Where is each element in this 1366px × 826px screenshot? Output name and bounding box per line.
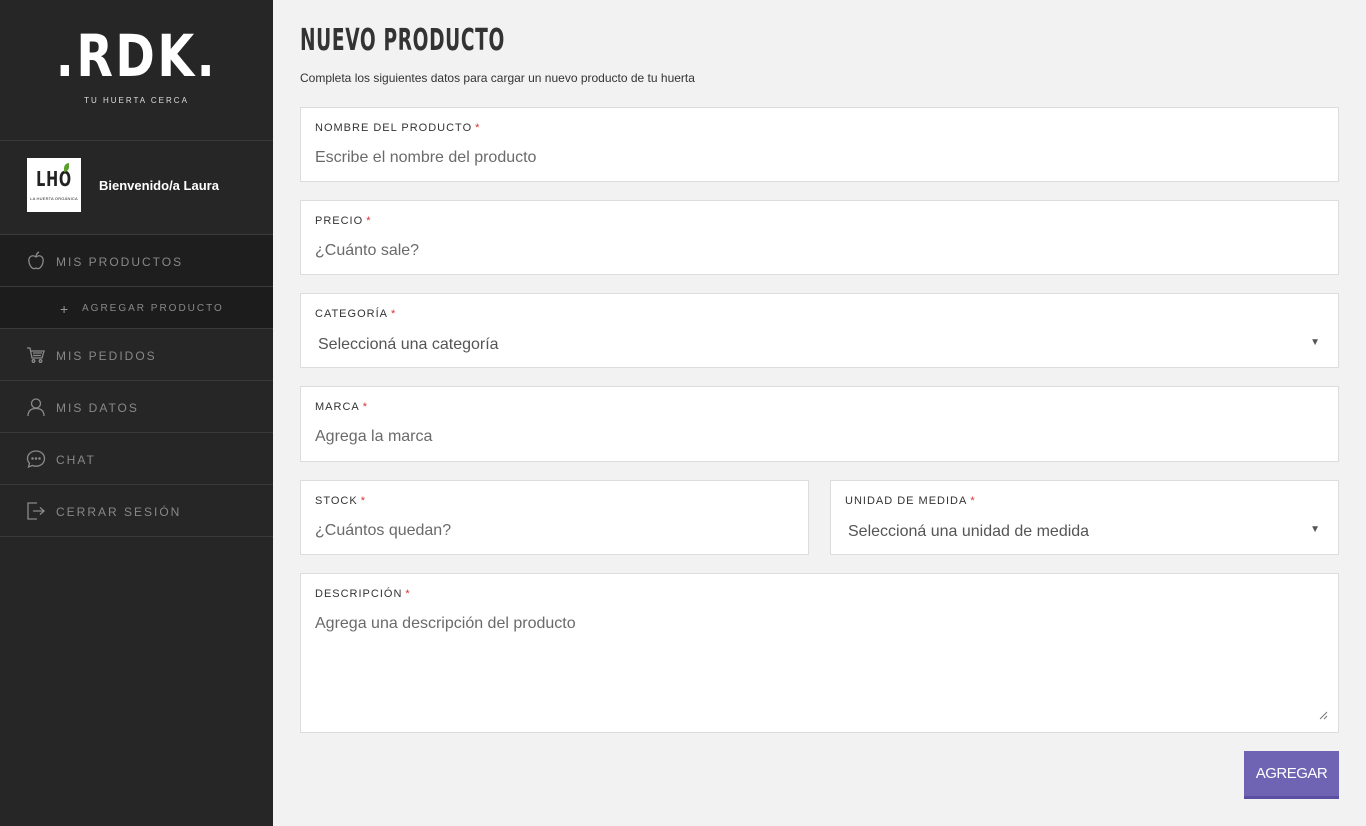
unidad-medida-field[interactable]: UNIDAD DE MEDIDA * Seleccioná una unidad …	[830, 480, 1339, 555]
required-mark: *	[366, 215, 372, 227]
field-label: NOMBRE DEL PRODUCTO *	[315, 122, 481, 134]
field-label: PRECIO *	[315, 215, 372, 227]
chevron-down-icon[interactable]: ▼	[1310, 337, 1320, 348]
marca-field: MARCA *	[300, 386, 1339, 462]
welcome-text: Bienvenido/a Laura	[99, 178, 219, 193]
descripcion-textarea[interactable]	[315, 615, 1324, 718]
sidebar-subitem-agregar-producto[interactable]: + AGREGAR PRODUCTO	[0, 287, 273, 329]
main-content: NUEVO PRODUCTO Completa los siguientes d…	[273, 0, 1366, 826]
plus-icon: +	[60, 301, 69, 317]
resize-handle-icon[interactable]	[1318, 710, 1328, 720]
categoria-select[interactable]: Seleccioná una categoría	[318, 336, 499, 354]
descripcion-field: DESCRIPCIÓN *	[300, 573, 1339, 733]
required-mark: *	[475, 122, 481, 134]
sidebar-item-label: CHAT	[56, 453, 96, 467]
agregar-button[interactable]: AGREGAR	[1244, 751, 1339, 799]
sidebar: .RDK. TU HUERTA CERCA LHO LA HUERTA ORGÁ…	[0, 0, 273, 826]
unidad-medida-select[interactable]: Seleccioná una unidad de medida	[848, 523, 1089, 541]
field-label: STOCK *	[315, 495, 366, 507]
nombre-field: NOMBRE DEL PRODUCTO *	[300, 107, 1339, 182]
field-label: UNIDAD DE MEDIDA *	[845, 495, 976, 507]
required-mark: *	[970, 495, 976, 507]
sidebar-item-label: AGREGAR PRODUCTO	[82, 303, 224, 314]
brand-logo[interactable]: .RDK. TU HUERTA CERCA	[0, 0, 273, 141]
precio-input[interactable]	[315, 242, 1324, 260]
chat-bubble-icon	[26, 450, 46, 469]
required-mark: *	[390, 308, 397, 320]
categoria-field[interactable]: CATEGORÍA * Seleccioná una categoría ▼	[300, 293, 1339, 368]
marca-input[interactable]	[315, 428, 1324, 446]
avatar-subtext: LA HUERTA ORGÁNICA	[30, 196, 78, 201]
sidebar-item-label: MIS DATOS	[56, 401, 139, 415]
nombre-input[interactable]	[315, 149, 1324, 167]
sidebar-item-label: MIS PRODUCTOS	[56, 255, 184, 269]
page-subtitle: Completa los siguientes datos para carga…	[300, 71, 695, 85]
logo-tagline: TU HUERTA CERCA	[84, 96, 189, 105]
field-label: CATEGORÍA *	[315, 308, 397, 320]
sidebar-item-label: CERRAR SESIÓN	[56, 505, 182, 519]
cart-icon	[27, 347, 45, 363]
apple-icon	[28, 251, 44, 270]
stock-input[interactable]	[315, 522, 794, 540]
precio-field: PRECIO *	[300, 200, 1339, 275]
avatar[interactable]: LHO LA HUERTA ORGÁNICA	[27, 158, 81, 212]
required-mark: *	[360, 495, 366, 507]
required-mark: *	[405, 588, 411, 600]
page-title: NUEVO PRODUCTO	[300, 23, 505, 58]
logo-text: .RDK.	[55, 22, 218, 90]
logout-icon	[27, 502, 45, 520]
user-icon	[27, 398, 45, 417]
sidebar-item-label: MIS PEDIDOS	[56, 349, 157, 363]
user-profile: LHO LA HUERTA ORGÁNICA Bienvenido/a Laur…	[0, 141, 273, 235]
required-mark: *	[362, 401, 369, 413]
field-label: DESCRIPCIÓN *	[315, 588, 411, 600]
stock-field: STOCK *	[300, 480, 809, 555]
sidebar-item-mis-productos[interactable]: MIS PRODUCTOS	[0, 235, 273, 287]
sidebar-item-cerrar-sesion[interactable]: CERRAR SESIÓN	[0, 485, 273, 537]
sidebar-item-mis-datos[interactable]: MIS DATOS	[0, 381, 273, 433]
sidebar-item-mis-pedidos[interactable]: MIS PEDIDOS	[0, 329, 273, 381]
sidebar-item-chat[interactable]: CHAT	[0, 433, 273, 485]
chevron-down-icon[interactable]: ▼	[1310, 524, 1320, 535]
avatar-logo-text: LHO	[36, 167, 72, 191]
field-label: MARCA *	[315, 401, 369, 413]
